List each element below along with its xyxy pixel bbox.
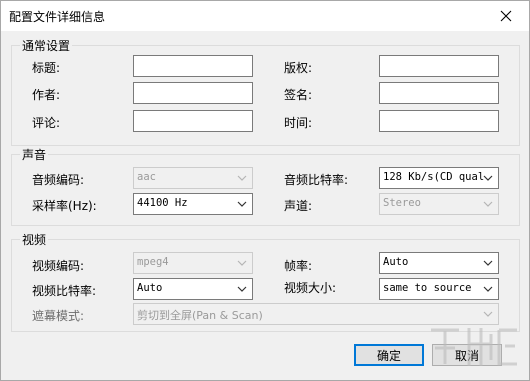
- title-label: 标题:: [32, 61, 61, 75]
- signature-label: 签名:: [284, 88, 313, 102]
- video-size-select[interactable]: same to source: [379, 278, 499, 300]
- signature-field[interactable]: [379, 82, 499, 104]
- comment-label: 评论:: [32, 116, 61, 130]
- chevron-down-icon: [478, 253, 498, 273]
- chevron-down-icon: [232, 279, 252, 299]
- chevron-down-icon: [232, 253, 252, 273]
- dialog-title: 配置文件详细信息: [9, 10, 106, 24]
- channels-label: 声道:: [284, 199, 313, 213]
- title-field[interactable]: [133, 55, 253, 77]
- author-field[interactable]: [133, 82, 253, 104]
- general-settings-legend: 通常设置: [20, 37, 73, 54]
- audio-group: 声音: [11, 146, 520, 226]
- chevron-down-icon: [478, 279, 498, 299]
- chevron-down-icon: [478, 194, 498, 214]
- ok-button[interactable]: 确定: [354, 344, 424, 366]
- author-label: 作者:: [32, 88, 61, 102]
- chevron-down-icon: [232, 168, 252, 188]
- video-codec-select[interactable]: mpeg4: [133, 252, 253, 274]
- chevron-down-icon: [478, 168, 498, 188]
- video-legend: 视频: [20, 231, 49, 248]
- audio-codec-label: 音频编码:: [32, 173, 85, 187]
- audio-bitrate-label: 音频比特率:: [284, 173, 349, 187]
- copyright-field[interactable]: [379, 55, 499, 77]
- copyright-label: 版权:: [284, 61, 313, 75]
- comment-field[interactable]: [133, 110, 253, 132]
- frame-rate-label: 帧率:: [284, 259, 313, 273]
- video-codec-label: 视频编码:: [32, 259, 85, 273]
- audio-bitrate-select[interactable]: 128 Kb/s(CD qual: [379, 167, 499, 189]
- frame-rate-select[interactable]: Auto: [379, 252, 499, 274]
- audio-codec-select[interactable]: aac: [133, 167, 253, 189]
- time-label: 时间:: [284, 116, 313, 130]
- sample-rate-label: 采样率(Hz):: [32, 199, 97, 213]
- mask-mode-label: 遮幕模式:: [32, 309, 85, 323]
- chevron-down-icon: [232, 194, 252, 214]
- close-button[interactable]: [483, 1, 529, 31]
- video-bitrate-select[interactable]: Auto: [133, 278, 253, 300]
- channels-select[interactable]: Stereo: [379, 193, 499, 215]
- audio-legend: 声音: [20, 146, 49, 163]
- video-bitrate-label: 视频比特率:: [32, 284, 97, 298]
- title-bar: 配置文件详细信息: [1, 1, 529, 31]
- time-field[interactable]: [379, 110, 499, 132]
- close-icon: [500, 10, 512, 22]
- video-size-label: 视频大小:: [284, 281, 337, 295]
- sample-rate-select[interactable]: 44100 Hz: [133, 193, 253, 215]
- site-watermark-logo: [431, 328, 517, 366]
- profile-details-dialog: 配置文件详细信息 通常设置 标题: 作者: 评论: 版权: 签名: 时间: 声音…: [0, 0, 530, 381]
